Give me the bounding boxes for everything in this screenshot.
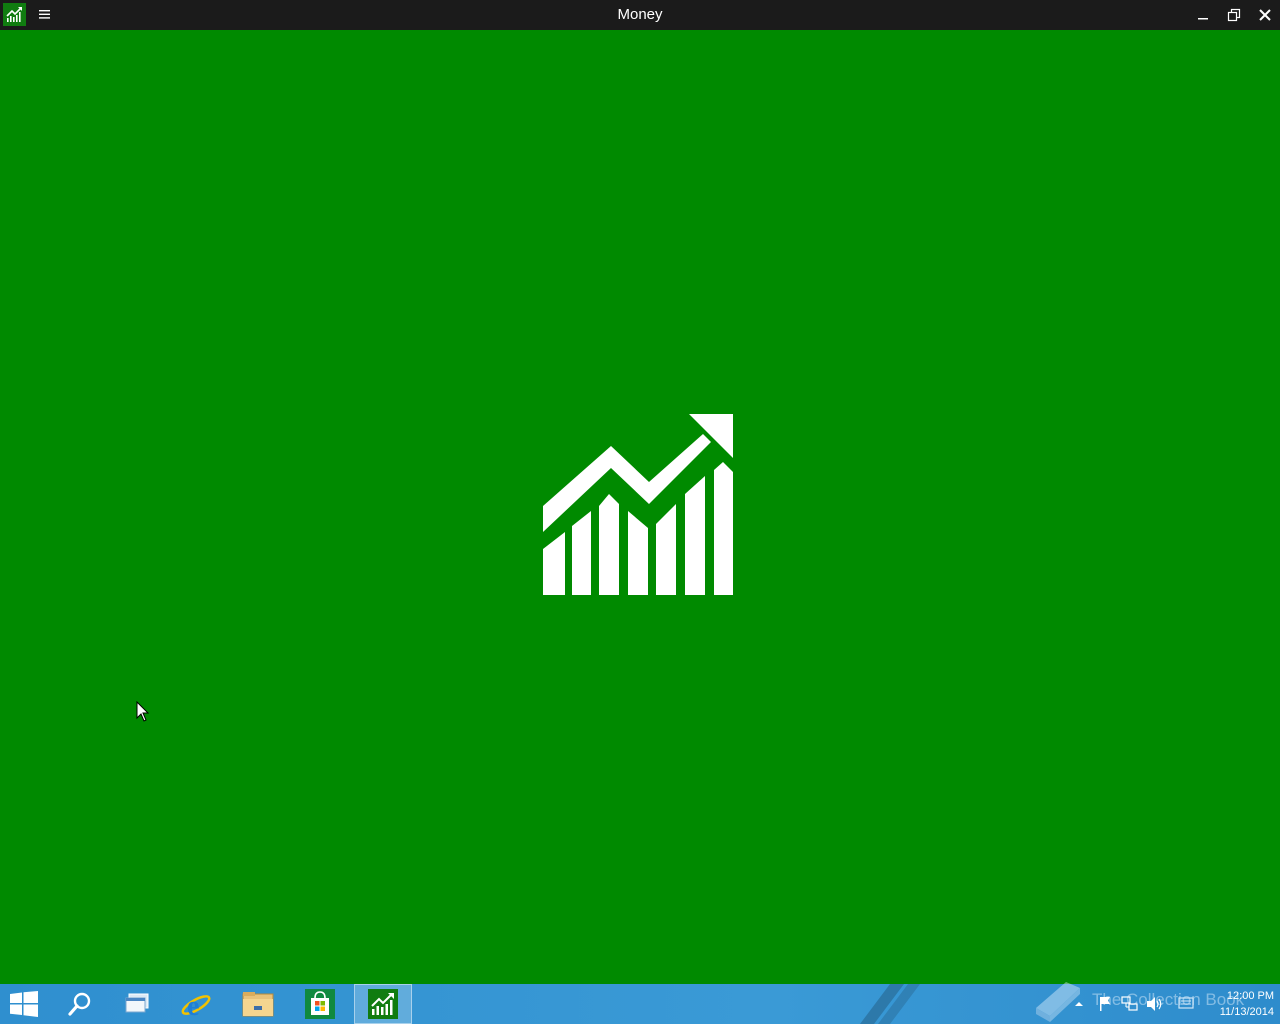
chevron-up-icon [1075,1002,1083,1006]
search-icon [68,992,91,1016]
minimize-icon [1198,18,1208,20]
action-center-flag-button[interactable] [1096,984,1114,1024]
restore-icon [1227,8,1241,22]
store-button[interactable] [292,984,348,1024]
search-button[interactable] [52,984,108,1024]
hamburger-icon [39,10,50,19]
system-clock[interactable]: 12:00 PM 11/13/2014 [1200,988,1274,1020]
taskbar-decoration [860,984,920,1024]
task-view-button[interactable] [109,984,165,1024]
store-bag-icon [305,989,335,1019]
clock-date: 11/13/2014 [1219,1006,1274,1018]
close-button[interactable] [1250,0,1280,30]
task-view-icon [125,993,149,1013]
message-button[interactable] [1176,984,1196,1024]
ie-icon: e [181,991,211,1020]
money-chart-icon [6,7,22,22]
flag-icon [1100,997,1110,1011]
start-button[interactable] [0,984,48,1024]
restore-button[interactable] [1219,0,1249,30]
close-icon [1259,9,1271,21]
clock-time: 12:00 PM [1226,990,1274,1002]
internet-explorer-button[interactable]: e [168,984,224,1024]
windows-logo-icon [10,991,38,1017]
network-icon [1121,996,1138,1011]
window-title: Money [617,6,663,23]
rising-bar-chart-icon [543,414,733,595]
volume-icon [1147,997,1162,1011]
folder-icon [242,992,274,1017]
title-bar: Money [0,0,1280,30]
message-icon [1178,997,1194,1009]
minimize-button[interactable] [1188,0,1218,30]
money-taskbar-button[interactable] [354,984,412,1024]
mouse-cursor-icon [136,701,150,722]
show-hidden-icons-button[interactable] [1072,984,1086,1024]
network-button[interactable] [1120,984,1140,1024]
svg-text:e: e [187,991,199,1020]
volume-button[interactable] [1145,984,1165,1024]
money-app-icon[interactable] [3,3,26,26]
file-explorer-button[interactable] [230,984,286,1024]
money-chart-icon [368,989,398,1019]
navigation-menu-button[interactable] [33,6,57,24]
